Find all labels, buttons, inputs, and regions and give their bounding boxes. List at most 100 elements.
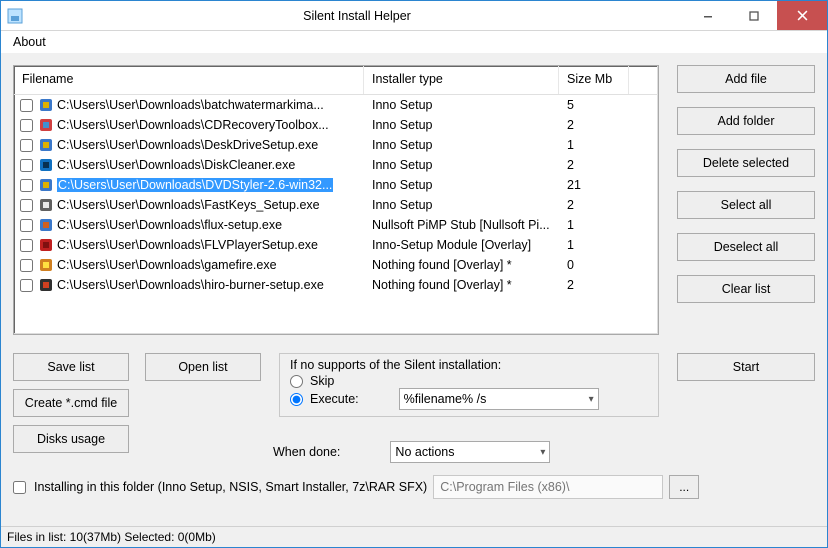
table-row[interactable]: C:\Users\User\Downloads\flux-setup.exe Nu…	[14, 215, 658, 235]
row-installer: Nothing found [Overlay] *	[364, 258, 559, 272]
clear-list-button[interactable]: Clear list	[677, 275, 815, 303]
table-row[interactable]: C:\Users\User\Downloads\FLVPlayerSetup.e…	[14, 235, 658, 255]
row-checkbox[interactable]	[20, 179, 33, 192]
file-icon	[38, 257, 54, 273]
create-cmd-button[interactable]: Create *.cmd file	[13, 389, 129, 417]
row-filename: C:\Users\User\Downloads\DeskDriveSetup.e…	[57, 138, 318, 152]
delete-selected-button[interactable]: Delete selected	[677, 149, 815, 177]
file-icon	[38, 117, 54, 133]
statusbar: Files in list: 10(37Mb) Selected: 0(0Mb)	[1, 526, 827, 547]
execute-radio[interactable]	[290, 393, 303, 406]
file-icon	[38, 157, 54, 173]
table-row[interactable]: C:\Users\User\Downloads\CDRecoveryToolbo…	[14, 115, 658, 135]
when-done-value: No actions	[395, 445, 454, 459]
options-caption: If no supports of the Silent installatio…	[290, 358, 648, 372]
row-filename: C:\Users\User\Downloads\DiskCleaner.exe	[57, 158, 295, 172]
row-filename: C:\Users\User\Downloads\DVDStyler-2.6-wi…	[57, 178, 333, 192]
open-list-button[interactable]: Open list	[145, 353, 261, 381]
row-installer: Nothing found [Overlay] *	[364, 278, 559, 292]
window-title: Silent Install Helper	[29, 9, 685, 23]
install-folder-checkbox[interactable]	[13, 481, 26, 494]
chevron-down-icon: ▾	[540, 447, 545, 458]
install-folder-label[interactable]: Installing in this folder (Inno Setup, N…	[34, 480, 427, 494]
status-text: Files in list: 10(37Mb) Selected: 0(0Mb)	[7, 530, 216, 544]
row-checkbox[interactable]	[20, 259, 33, 272]
row-installer: Inno Setup	[364, 198, 559, 212]
save-list-button[interactable]: Save list	[13, 353, 129, 381]
menu-about[interactable]: About	[9, 33, 50, 51]
add-file-button[interactable]: Add file	[677, 65, 815, 93]
row-installer: Inno Setup	[364, 178, 559, 192]
row-size: 2	[559, 158, 629, 172]
deselect-all-button[interactable]: Deselect all	[677, 233, 815, 261]
titlebar: Silent Install Helper	[1, 1, 827, 31]
table-row[interactable]: C:\Users\User\Downloads\DeskDriveSetup.e…	[14, 135, 658, 155]
row-checkbox[interactable]	[20, 119, 33, 132]
file-list[interactable]: Filename Installer type Size Mb C:\Users…	[13, 65, 659, 335]
table-row[interactable]: C:\Users\User\Downloads\batchwatermarkim…	[14, 95, 658, 115]
menubar: About	[1, 31, 827, 53]
close-button[interactable]	[777, 1, 827, 30]
table-row[interactable]: C:\Users\User\Downloads\hiro-burner-setu…	[14, 275, 658, 295]
install-path-input[interactable]	[433, 475, 663, 499]
row-installer: Nullsoft PiMP Stub [Nullsoft Pi...	[364, 218, 559, 232]
table-row[interactable]: C:\Users\User\Downloads\FastKeys_Setup.e…	[14, 195, 658, 215]
row-checkbox[interactable]	[20, 219, 33, 232]
table-row[interactable]: C:\Users\User\Downloads\DVDStyler-2.6-wi…	[14, 175, 658, 195]
row-size: 2	[559, 118, 629, 132]
silent-options-group: If no supports of the Silent installatio…	[279, 353, 659, 417]
file-icon	[38, 217, 54, 233]
execute-label[interactable]: Execute:	[310, 392, 359, 406]
row-size: 2	[559, 198, 629, 212]
row-size: 21	[559, 178, 629, 192]
row-filename: C:\Users\User\Downloads\batchwatermarkim…	[57, 98, 324, 112]
row-filename: C:\Users\User\Downloads\gamefire.exe	[57, 258, 277, 272]
row-checkbox[interactable]	[20, 159, 33, 172]
file-icon	[38, 137, 54, 153]
file-icon	[38, 177, 54, 193]
row-checkbox[interactable]	[20, 139, 33, 152]
minimize-button[interactable]	[685, 1, 731, 30]
row-installer: Inno Setup	[364, 158, 559, 172]
skip-label[interactable]: Skip	[310, 374, 334, 388]
col-size[interactable]: Size Mb	[559, 66, 629, 94]
execute-combo-value: %filename% /s	[404, 392, 487, 406]
skip-radio[interactable]	[290, 375, 303, 388]
list-header: Filename Installer type Size Mb	[14, 66, 658, 95]
row-checkbox[interactable]	[20, 239, 33, 252]
when-done-combo[interactable]: No actions ▾	[390, 441, 550, 463]
file-icon	[38, 237, 54, 253]
table-row[interactable]: C:\Users\User\Downloads\DiskCleaner.exe I…	[14, 155, 658, 175]
select-all-button[interactable]: Select all	[677, 191, 815, 219]
row-installer: Inno Setup	[364, 98, 559, 112]
row-size: 0	[559, 258, 629, 272]
app-window: Silent Install Helper About Filename Ins…	[0, 0, 828, 548]
row-installer: Inno Setup	[364, 118, 559, 132]
row-checkbox[interactable]	[20, 279, 33, 292]
file-icon	[38, 197, 54, 213]
start-button[interactable]: Start	[677, 353, 815, 381]
app-icon	[7, 8, 23, 24]
col-installer[interactable]: Installer type	[364, 66, 559, 94]
row-filename: C:\Users\User\Downloads\CDRecoveryToolbo…	[57, 118, 329, 132]
row-filename: C:\Users\User\Downloads\FastKeys_Setup.e…	[57, 198, 320, 212]
row-filename: C:\Users\User\Downloads\flux-setup.exe	[57, 218, 282, 232]
row-filename: C:\Users\User\Downloads\hiro-burner-setu…	[57, 278, 324, 292]
row-checkbox[interactable]	[20, 99, 33, 112]
file-icon	[38, 97, 54, 113]
when-done-label: When done:	[273, 445, 340, 459]
file-icon	[38, 277, 54, 293]
row-size: 5	[559, 98, 629, 112]
row-size: 1	[559, 238, 629, 252]
add-folder-button[interactable]: Add folder	[677, 107, 815, 135]
row-size: 1	[559, 218, 629, 232]
browse-button[interactable]: ...	[669, 475, 699, 499]
row-installer: Inno Setup	[364, 138, 559, 152]
col-filename[interactable]: Filename	[14, 66, 364, 94]
disks-usage-button[interactable]: Disks usage	[13, 425, 129, 453]
maximize-button[interactable]	[731, 1, 777, 30]
row-checkbox[interactable]	[20, 199, 33, 212]
execute-combo[interactable]: %filename% /s ▾	[399, 388, 599, 410]
table-row[interactable]: C:\Users\User\Downloads\gamefire.exe Noth…	[14, 255, 658, 275]
row-filename: C:\Users\User\Downloads\FLVPlayerSetup.e…	[57, 238, 318, 252]
